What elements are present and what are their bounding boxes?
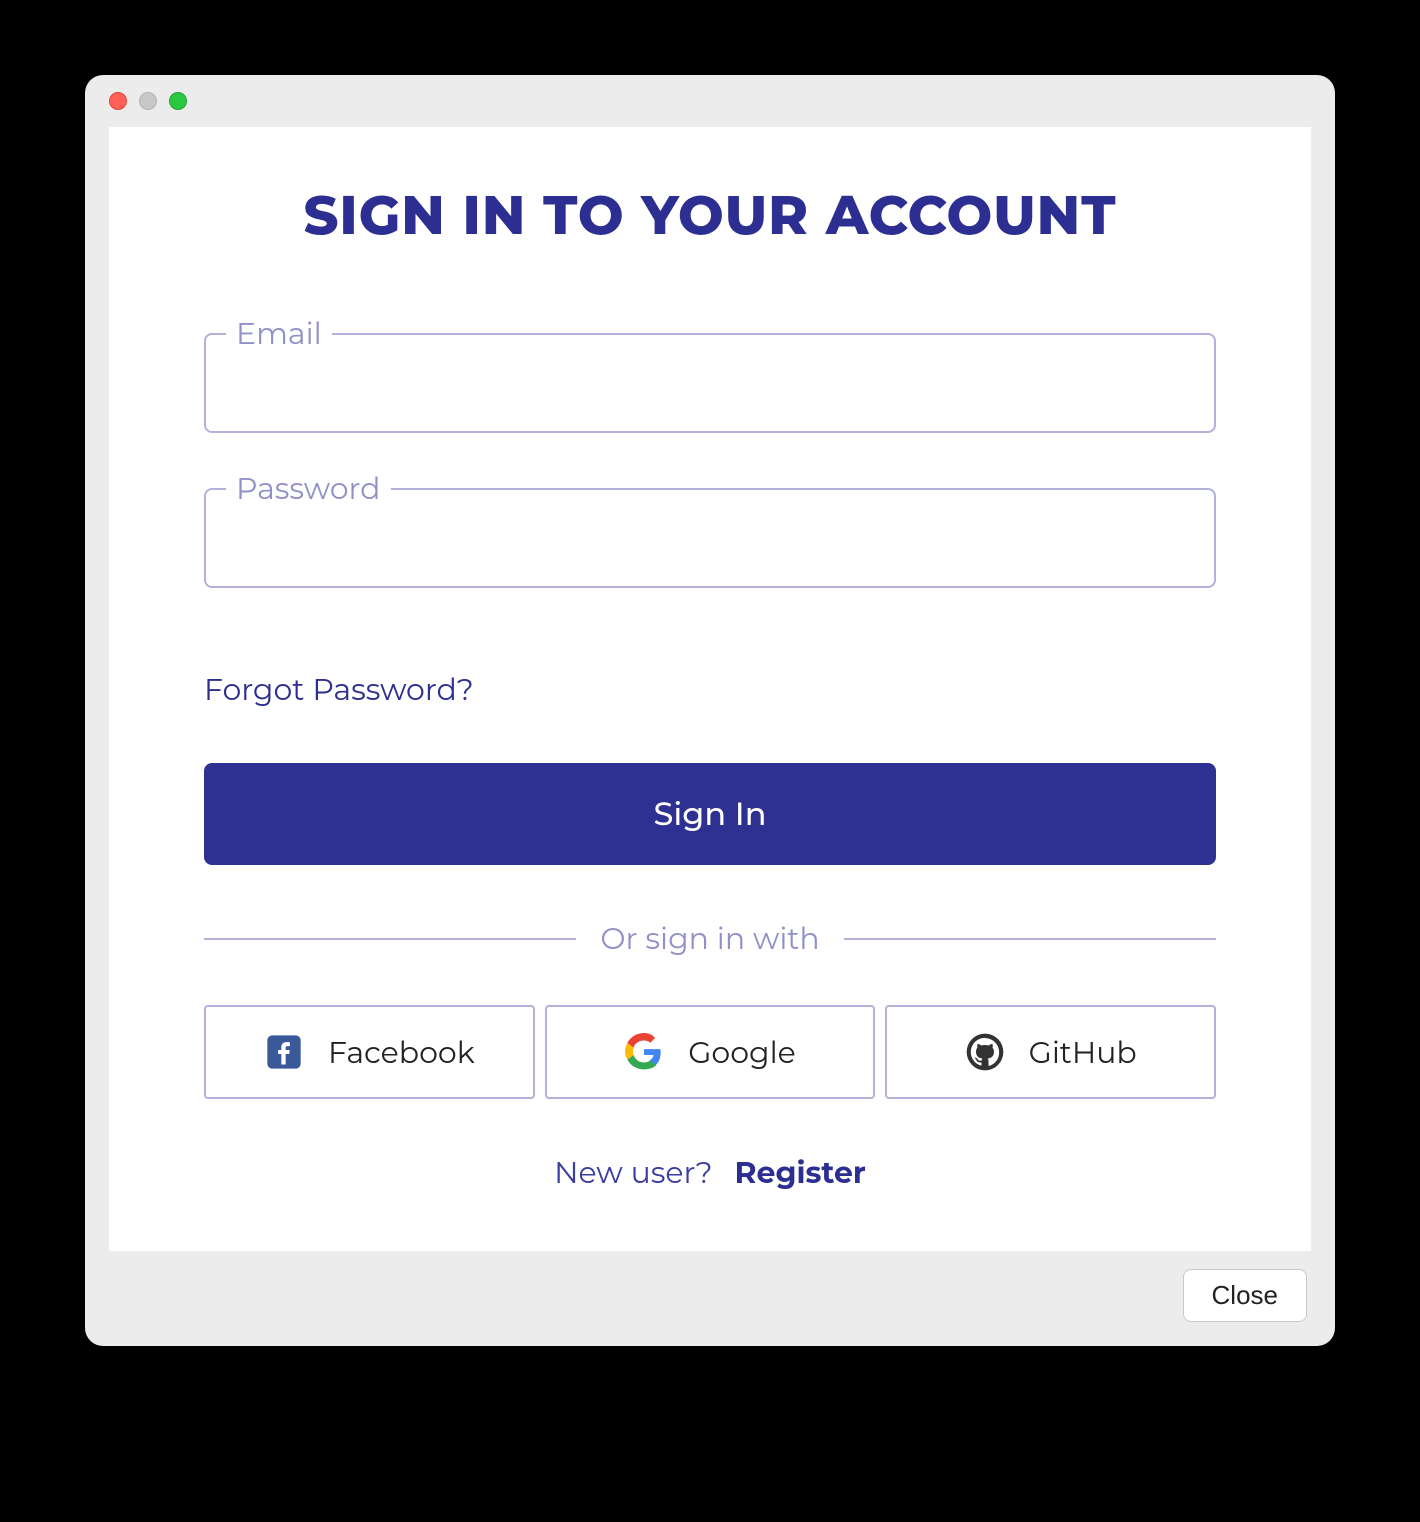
email-label: Email xyxy=(226,315,332,352)
page-title: Sign In To Your Account xyxy=(204,182,1216,248)
email-field-wrap: Email xyxy=(204,333,1216,433)
signin-button[interactable]: Sign In xyxy=(204,763,1216,865)
email-field[interactable] xyxy=(204,333,1216,433)
window-footer: Close xyxy=(85,1251,1335,1346)
divider-text: Or sign in with xyxy=(600,920,819,957)
register-row: New user? Register xyxy=(204,1154,1216,1191)
register-link[interactable]: Register xyxy=(734,1154,865,1191)
password-label: Password xyxy=(226,470,391,507)
traffic-light-close[interactable] xyxy=(109,92,127,110)
facebook-button[interactable]: Facebook xyxy=(204,1005,535,1099)
divider-line-left xyxy=(204,938,576,940)
password-field-wrap: Password xyxy=(204,488,1216,588)
divider-line-right xyxy=(844,938,1216,940)
register-prompt: New user? xyxy=(554,1154,712,1191)
app-window: Sign In To Your Account Email Password F… xyxy=(85,75,1335,1346)
google-icon xyxy=(624,1032,664,1072)
github-button[interactable]: GitHub xyxy=(885,1005,1216,1099)
github-label: GitHub xyxy=(1029,1034,1137,1071)
facebook-icon xyxy=(264,1032,304,1072)
traffic-light-zoom[interactable] xyxy=(169,92,187,110)
social-row: Facebook Google xyxy=(204,1005,1216,1099)
github-icon xyxy=(965,1032,1005,1072)
facebook-label: Facebook xyxy=(328,1034,475,1071)
close-button[interactable]: Close xyxy=(1183,1269,1307,1322)
signin-panel: Sign In To Your Account Email Password F… xyxy=(109,127,1311,1251)
google-label: Google xyxy=(688,1034,796,1071)
forgot-password-link[interactable]: Forgot Password? xyxy=(204,671,474,708)
traffic-light-minimize[interactable] xyxy=(139,92,157,110)
titlebar xyxy=(85,75,1335,127)
divider: Or sign in with xyxy=(204,920,1216,957)
google-button[interactable]: Google xyxy=(545,1005,876,1099)
